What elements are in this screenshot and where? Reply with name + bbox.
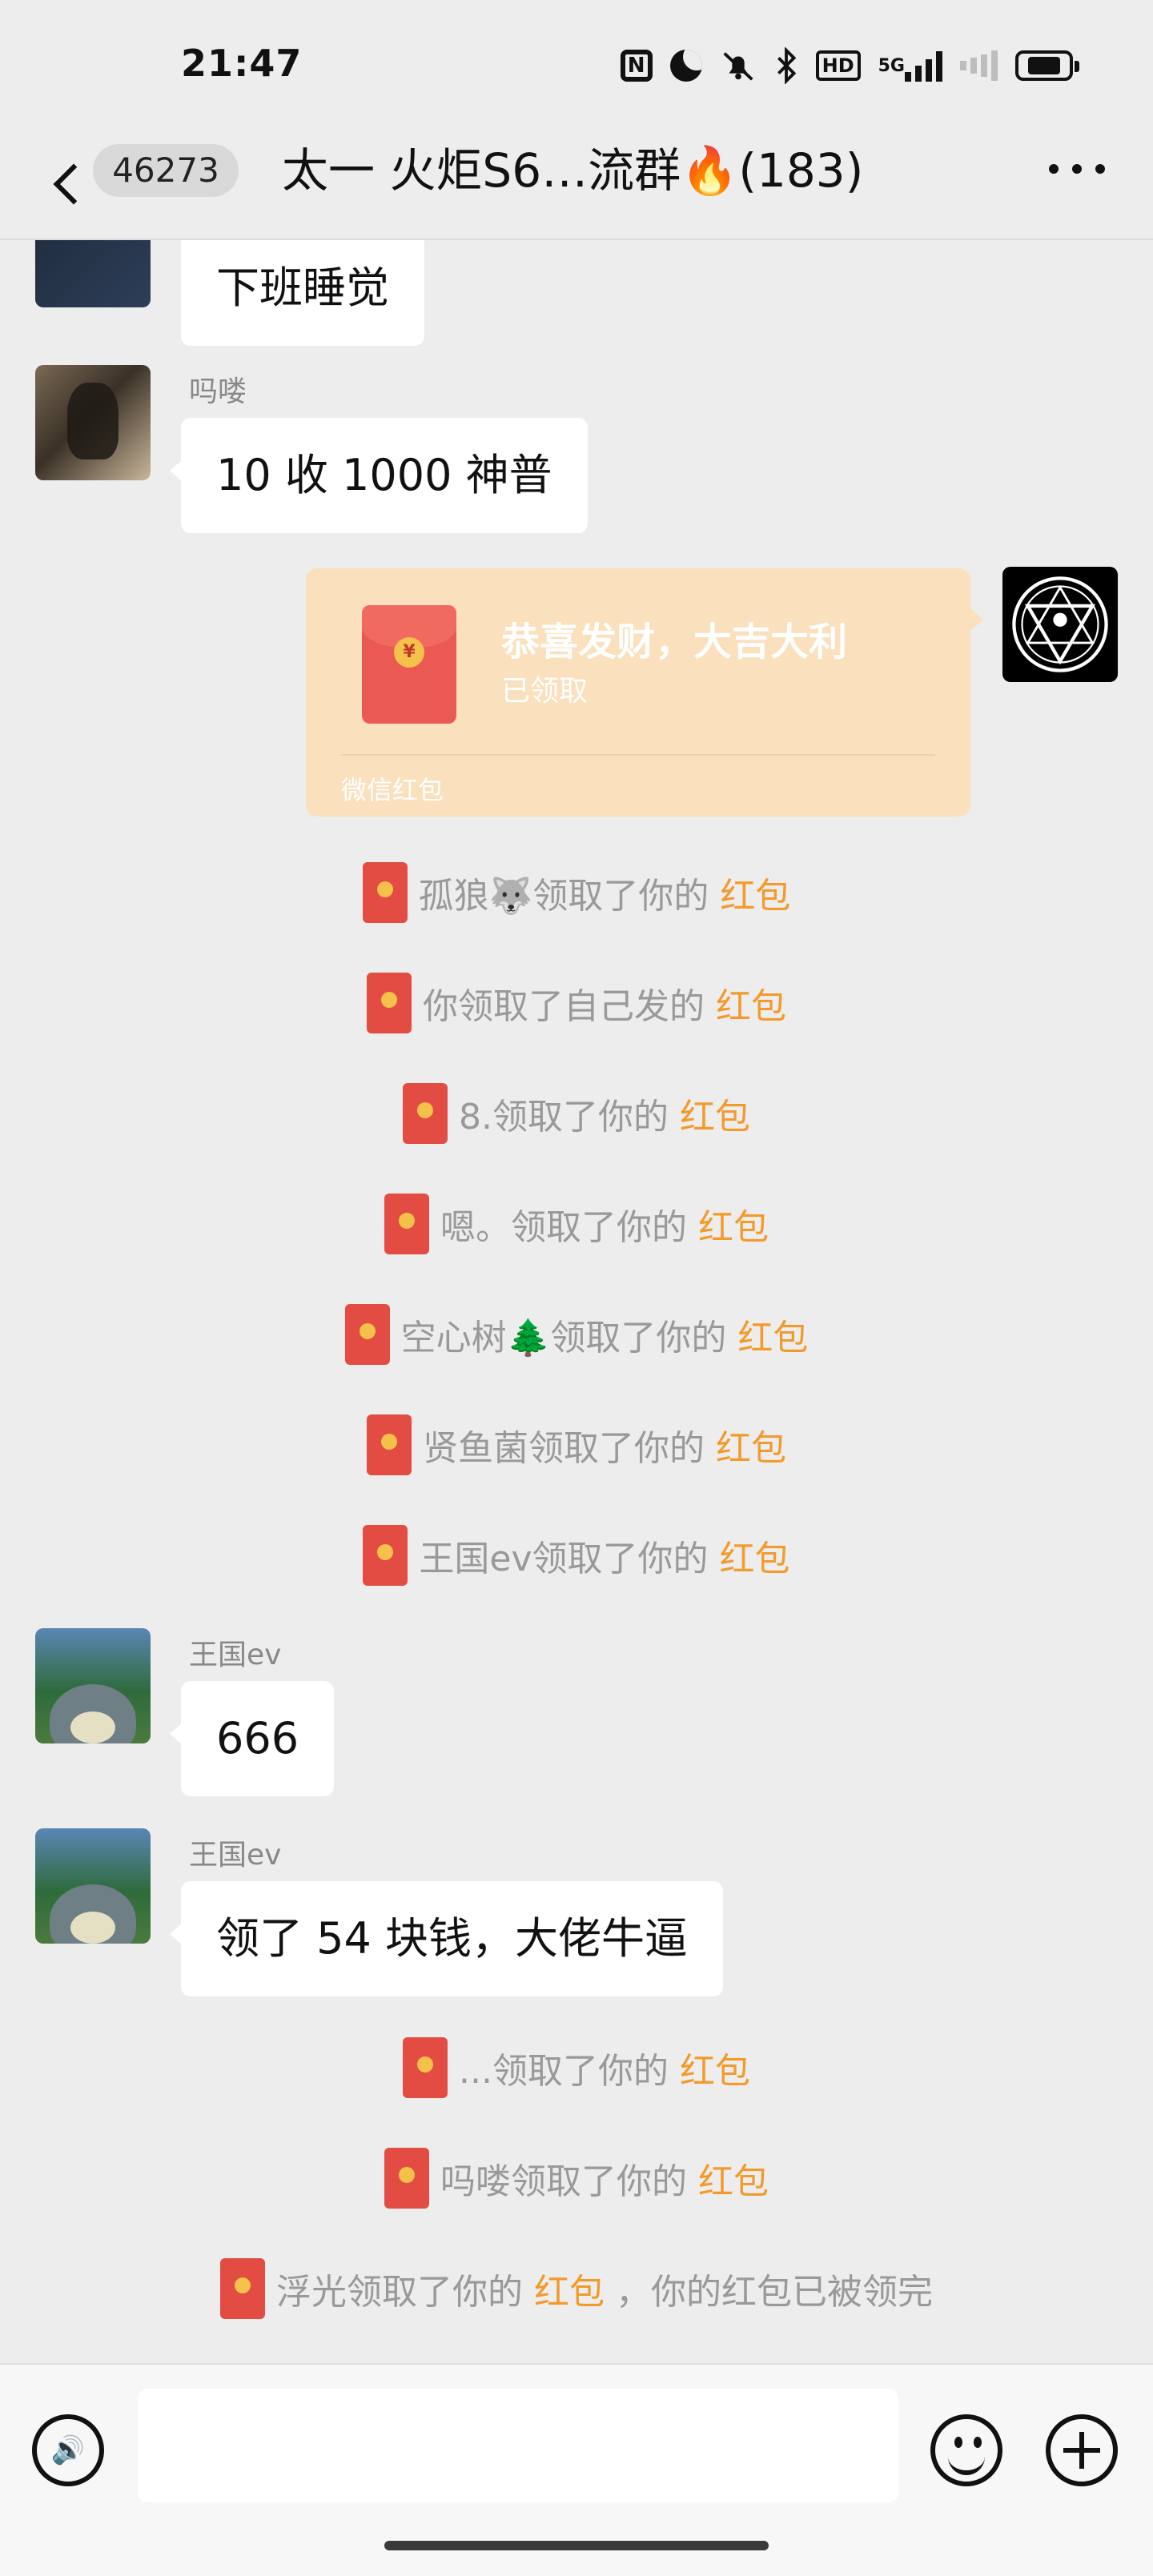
back-chevron-icon[interactable]	[45, 152, 93, 216]
system-notice: 8.领取了你的 红包	[0, 1077, 1153, 1150]
red-packet-card[interactable]: ¥ 恭喜发财，大吉大利 已领取 微信红包	[306, 568, 983, 817]
avatar[interactable]	[1002, 567, 1118, 682]
message-bubble[interactable]: 10 收 1000 神普	[170, 418, 588, 533]
status-icons: N HD 5G	[620, 42, 1079, 90]
network-type-label: 5G	[878, 55, 905, 76]
message-bubble[interactable]: 666	[169, 1681, 335, 1796]
plus-icon[interactable]	[1046, 2414, 1118, 2486]
red-packet-link[interactable]: 红包	[698, 1198, 769, 1250]
notice-text: 王国ev领取了你的	[419, 1539, 709, 1579]
red-envelope-icon	[363, 1525, 408, 1586]
red-envelope-icon	[384, 2148, 429, 2209]
sender-name: 吗喽	[189, 375, 247, 408]
red-envelope-icon: ¥	[362, 605, 456, 724]
red-packet-link[interactable]: 红包	[720, 1530, 790, 1581]
sender-name: 王国ev	[189, 1839, 282, 1872]
sender-name: 王国ev	[189, 1639, 282, 1671]
mute-bell-icon	[720, 47, 757, 84]
system-notice: 你领取了自己发的 红包	[0, 967, 1153, 1039]
notice-text: 贤鱼菌领取了你的	[423, 1428, 705, 1469]
signal-bars-secondary-icon	[960, 50, 998, 82]
system-notice: 王国ev领取了你的 红包	[0, 1519, 1153, 1591]
red-envelope-icon	[220, 2258, 265, 2319]
system-notice: 吗喽领取了你的 红包	[0, 2142, 1153, 2214]
red-envelope-icon	[362, 862, 408, 923]
do-not-disturb-moon-icon	[669, 50, 702, 82]
red-packet-link[interactable]: 红包	[680, 1088, 750, 1139]
red-envelope-icon	[384, 1194, 429, 1254]
notice-text: 8.领取了你的	[459, 1097, 669, 1138]
red-packet-footer: 微信红包	[341, 775, 444, 805]
voice-input-icon[interactable]: 🔊	[32, 2414, 104, 2486]
divider	[341, 754, 935, 756]
notice-text: 浮光领取了你的	[276, 2272, 523, 2313]
red-packet-title: 恭喜发财，大吉大利	[501, 620, 848, 664]
unread-count-badge[interactable]: 46273	[93, 144, 239, 197]
message-bubble[interactable]: 领了 54 块钱，大佬牛逼	[169, 1881, 724, 1996]
message-input[interactable]	[138, 2389, 898, 2502]
avatar[interactable]	[35, 240, 151, 307]
chat-header: 46273 太一 火炬S6…流群🔥(183)	[0, 128, 1153, 240]
red-packet-link[interactable]: 红包	[534, 2263, 605, 2314]
status-bar: 21:47 N HD 5G	[0, 0, 1153, 128]
notice-text: 孤狼🐺领取了你的	[418, 876, 709, 917]
bluetooth-icon	[774, 47, 798, 84]
signal-5g-icon: 5G	[878, 50, 942, 82]
avatar[interactable]	[35, 1628, 151, 1743]
hd-voice-icon: HD	[815, 50, 861, 81]
system-notice: 嗯。领取了你的 红包	[0, 1188, 1153, 1260]
system-notice: ...领取了你的 红包	[0, 2032, 1153, 2104]
pentagram-avatar-icon	[1012, 576, 1108, 672]
message-bubble[interactable]: 下班睡觉	[181, 240, 424, 346]
notice-text: 空心树🌲领取了你的	[400, 1318, 727, 1358]
red-packet-link[interactable]: 红包	[716, 1419, 786, 1471]
coin-icon: ¥	[394, 637, 424, 668]
status-time: 21:47	[181, 42, 303, 85]
red-packet-link[interactable]: 红包	[737, 1309, 808, 1360]
notice-text: 你领取了自己发的	[423, 986, 705, 1027]
red-envelope-icon	[367, 1414, 412, 1475]
system-notice: 空心树🌲领取了你的 红包	[0, 1298, 1153, 1370]
red-envelope-icon	[344, 1304, 390, 1365]
red-envelope-icon	[367, 973, 412, 1033]
red-packet-link[interactable]: 红包	[720, 867, 790, 918]
notice-text: ...领取了你的	[459, 2051, 669, 2092]
avatar[interactable]	[35, 1828, 151, 1944]
notice-suffix: ，你的红包已被领完	[616, 2272, 933, 2313]
nfc-icon: N	[620, 50, 653, 82]
avatar[interactable]	[35, 365, 151, 480]
system-notice: 浮光领取了你的 红包 ，你的红包已被领完	[0, 2253, 1153, 2325]
red-packet-link[interactable]: 红包	[716, 977, 786, 1029]
signal-bars-icon	[905, 50, 942, 82]
battery-icon	[1015, 50, 1079, 81]
more-options-icon[interactable]	[1049, 157, 1105, 181]
red-envelope-icon	[403, 1083, 448, 1144]
system-notice: 贤鱼菌领取了你的 红包	[0, 1409, 1153, 1481]
red-packet-link[interactable]: 红包	[698, 2153, 769, 2204]
home-indicator[interactable]	[384, 2541, 769, 2550]
emoji-icon[interactable]	[930, 2414, 1002, 2486]
notice-text: 吗喽领取了你的	[440, 2161, 687, 2202]
red-packet-status: 已领取	[501, 675, 589, 708]
message-list[interactable]: 下班睡觉 吗喽 10 收 1000 神普 ¥ 恭喜发财，大吉大利 已领取 微信红…	[0, 240, 1153, 2361]
red-envelope-icon	[403, 2037, 448, 2098]
chat-title: 太一 火炬S6…流群🔥(183)	[282, 143, 864, 198]
system-notice: 孤狼🐺领取了你的 红包	[0, 857, 1153, 929]
red-packet-link[interactable]: 红包	[680, 2042, 750, 2093]
notice-text: 嗯。领取了你的	[440, 1207, 687, 1248]
